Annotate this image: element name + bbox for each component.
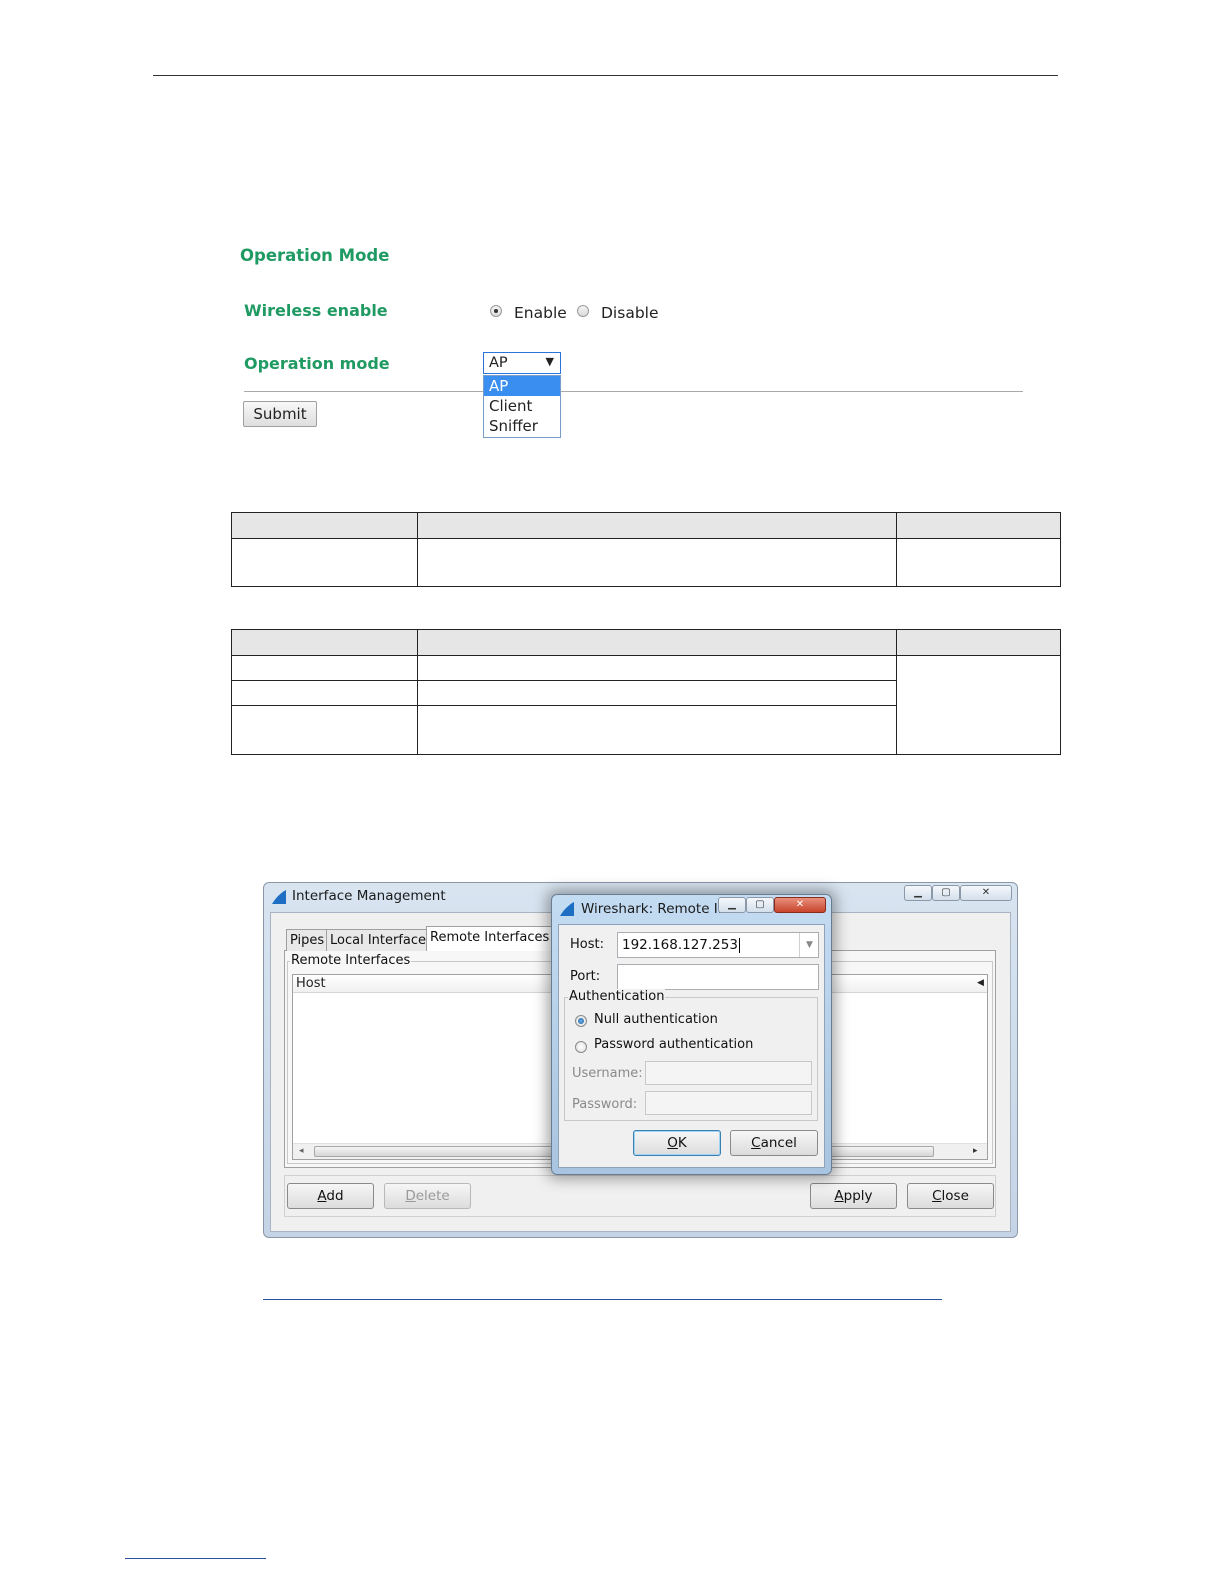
cancel-hotkey: C [751,1135,761,1151]
dropdown-option-ap[interactable]: AP [484,376,560,396]
null-auth-radio[interactable] [575,1015,587,1027]
table-cell [417,705,897,755]
apply-button[interactable]: Apply [810,1183,897,1209]
close-icon[interactable]: ✕ [774,897,826,913]
password-input[interactable] [645,1091,812,1115]
apply-hotkey: A [834,1188,844,1204]
cancel-label: ancel [760,1135,797,1151]
tab-remote-interfaces[interactable]: Remote Interfaces [426,926,554,951]
dialog-title: Wireshark: Remote I... [581,901,731,917]
table-cell [417,538,897,587]
table-row [231,538,1061,587]
table-header-cell [231,629,418,656]
tab-local-interfaces[interactable]: Local Interfaces [326,929,437,951]
table-wireless-enable [231,512,1061,587]
ok-label: K [677,1135,687,1151]
table-header-row [231,512,1061,539]
disable-radio[interactable] [577,305,589,317]
chevron-down-icon[interactable]: ▼ [799,933,819,957]
page-header-rule [153,75,1058,76]
table-row [231,655,1061,755]
dropdown-option-sniffer[interactable]: Sniffer [484,416,560,436]
port-label: Port: [570,969,601,984]
text-cursor [738,937,740,953]
table-cell [417,680,897,706]
table-header-cell [417,629,897,656]
table-header-cell [231,512,418,539]
delete-button[interactable]: Delete [384,1183,471,1209]
disable-radio-label[interactable]: Disable [601,304,659,322]
host-value: 192.168.127.253 [622,937,738,953]
scroll-right-arrow-icon[interactable]: ▸ [973,1146,978,1156]
remote-interfaces-group-label: Remote Interfaces [290,953,412,968]
enable-radio[interactable] [490,305,502,317]
null-auth-label[interactable]: Null authentication [594,1012,718,1027]
panel-title: Operation Mode [240,246,390,265]
table-operation-mode [231,629,1061,755]
ok-hotkey: O [667,1135,678,1151]
cancel-button[interactable]: Cancel [730,1130,818,1156]
operation-mode-value: AP [489,355,508,371]
minimize-icon[interactable]: ▁ [718,897,746,913]
host-label: Host: [570,937,604,952]
footnote-rule [125,1558,266,1559]
table-cell [417,655,897,681]
table-cell [231,680,418,706]
username-label: Username: [572,1066,643,1081]
close-icon[interactable]: ✕ [960,885,1012,901]
close-button[interactable]: Close [907,1183,994,1209]
close-hotkey: C [932,1188,942,1204]
password-auth-label[interactable]: Password authentication [594,1037,753,1052]
window-title: Interface Management [292,888,446,904]
scroll-left-arrow-icon[interactable]: ◂ [299,1146,304,1156]
table-header-row [231,629,1061,656]
wireshark-fin-icon [560,902,574,916]
enable-radio-label[interactable]: Enable [514,304,567,322]
minimize-icon[interactable]: ▁ [904,885,932,901]
delete-hotkey: D [405,1188,416,1204]
wireless-enable-label: Wireless enable [244,301,388,320]
table-header-cell [417,512,897,539]
authentication-group-label: Authentication [568,989,666,1004]
maximize-icon[interactable]: ▢ [932,885,960,901]
table-cell [896,655,1061,755]
host-combobox[interactable]: 192.168.127.253 [617,932,819,958]
operation-mode-label: Operation mode [244,354,390,373]
table-cell [231,538,418,587]
add-button[interactable]: Add [287,1183,374,1209]
hyperlink-underline[interactable] [263,1299,942,1300]
ok-button[interactable]: OK [633,1130,721,1156]
table-header-cell [896,512,1061,539]
maximize-icon[interactable]: ▢ [746,897,774,913]
submit-button[interactable]: Submit [243,401,317,427]
table-header-cell [896,629,1061,656]
password-auth-radio[interactable] [575,1041,587,1053]
operation-mode-select[interactable]: AP ▼ [483,352,561,374]
table-cell [231,705,418,755]
table-cell [896,538,1061,587]
tab-pipes[interactable]: Pipes [286,929,329,951]
close-label: lose [941,1188,969,1204]
add-label: dd [326,1188,344,1204]
username-input[interactable] [645,1061,812,1085]
table-cell [231,655,418,681]
scroll-left-icon[interactable]: ◀ [977,978,984,988]
panel-divider [244,391,1023,392]
apply-label: pply [843,1188,873,1204]
dropdown-option-client[interactable]: Client [484,396,560,416]
password-label: Password: [572,1097,638,1112]
delete-label: elete [415,1188,450,1204]
operation-mode-dropdown-list: AP Client Sniffer [483,375,561,438]
port-input[interactable] [617,964,819,990]
chevron-down-icon: ▼ [545,355,554,368]
wireshark-fin-icon [272,890,286,904]
